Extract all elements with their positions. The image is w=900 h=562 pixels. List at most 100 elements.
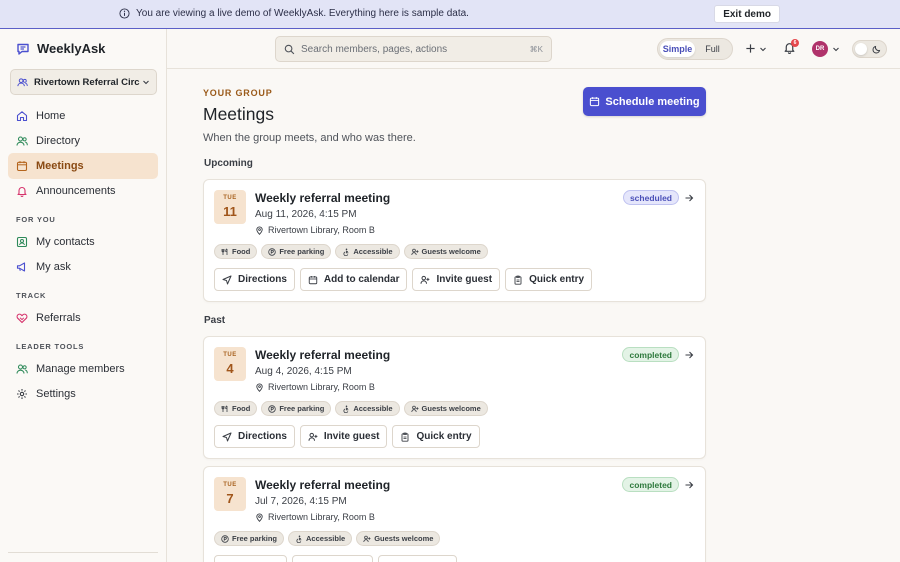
navigation-arrow-icon: [222, 432, 232, 441]
tag-label: Free parking: [232, 534, 278, 543]
invite-guest-button[interactable]: Invite guest: [412, 268, 501, 291]
tag-free-parking: Free parking: [261, 244, 332, 259]
chevron-down-icon[interactable]: [832, 45, 840, 53]
home-icon: [16, 111, 28, 122]
tag-label: Accessible: [306, 534, 346, 543]
location-text: Rivertown Library, Room B: [268, 512, 375, 522]
moon-icon: [872, 45, 881, 54]
sidebar-item-announcements[interactable]: Announcements: [8, 178, 158, 204]
sidebar-item-settings[interactable]: Settings: [8, 381, 158, 407]
page-subtitle: When the group meets, and who was there.: [203, 132, 416, 144]
meeting-title[interactable]: Weekly referral meeting: [255, 478, 390, 492]
status-badge: completed: [622, 477, 679, 492]
sidebar-item-directory[interactable]: Directory: [8, 128, 158, 154]
tag-food: Food: [214, 244, 258, 259]
invite-guest-button[interactable]: Invite guest: [299, 425, 388, 448]
topbar: Search members, pages, actions ⌘K Simple…: [167, 29, 900, 69]
mode-simple-option[interactable]: Simple: [660, 41, 695, 57]
parking-icon: [268, 247, 277, 256]
action-label: Directions: [238, 274, 287, 285]
tag-guests-welcome: Guests welcome: [356, 531, 441, 546]
demo-banner: You are viewing a live demo of WeeklyAsk…: [0, 0, 900, 29]
parking-icon: [268, 404, 277, 413]
bell-icon: [17, 187, 27, 197]
tag-label: Food: [232, 247, 251, 256]
user-plus-icon: [308, 432, 318, 441]
exit-demo-button[interactable]: Exit demo: [714, 5, 780, 23]
tag-guests-welcome: Guests welcome: [403, 401, 488, 416]
section-title-track: TRACK: [16, 291, 47, 300]
directions-button[interactable]: [214, 555, 287, 562]
upcoming-heading: Upcoming: [204, 158, 253, 169]
tag-food: Food: [214, 401, 258, 416]
meeting-card[interactable]: TUE 4 Weekly referral meeting Aug 4, 202…: [203, 336, 706, 459]
banner-info: You are viewing a live demo of WeeklyAsk…: [119, 8, 469, 19]
search-input[interactable]: Search members, pages, actions ⌘K: [275, 36, 552, 62]
action-label: Invite guest: [436, 274, 493, 285]
quick-entry-button[interactable]: [378, 555, 457, 562]
page-title: Meetings: [203, 104, 275, 124]
meeting-title[interactable]: Weekly referral meeting: [255, 348, 390, 362]
date-dow: TUE: [223, 195, 237, 201]
meeting-card[interactable]: TUE 11 Weekly referral meeting Aug 11, 2…: [203, 179, 706, 302]
arrow-right-icon[interactable]: [684, 193, 694, 203]
sidebar-item-manage-members[interactable]: Manage members: [8, 356, 158, 382]
tag-label: Guests welcome: [421, 404, 481, 413]
past-heading: Past: [204, 315, 226, 326]
date-day: 7: [226, 491, 234, 506]
quick-entry-button[interactable]: Quick entry: [392, 425, 480, 448]
group-selector[interactable]: Rivertown Referral Circle: [10, 69, 157, 95]
sidebar-item-label: My ask: [36, 261, 71, 273]
app-name: WeeklyAsk: [37, 41, 106, 56]
sidebar-item-label: Announcements: [36, 185, 116, 197]
date-day: 4: [226, 361, 234, 376]
banner-message: You are viewing a live demo of WeeklyAsk…: [136, 8, 469, 19]
action-label: Quick entry: [529, 274, 585, 285]
section-title-for-you: FOR YOU: [16, 215, 56, 224]
schedule-meeting-button[interactable]: Schedule meeting: [583, 87, 706, 116]
theme-toggle-knob: [855, 43, 867, 55]
page-eyebrow: YOUR GROUP: [203, 88, 273, 98]
date-tile: TUE 7: [214, 477, 246, 511]
meeting-card[interactable]: TUE 7 Weekly referral meeting Jul 7, 202…: [203, 466, 706, 562]
mode-full-option[interactable]: Full: [695, 41, 730, 57]
meeting-title[interactable]: Weekly referral meeting: [255, 191, 390, 205]
brand[interactable]: WeeklyAsk: [16, 41, 105, 56]
amenity-tags: Food Free parking Accessible Guests welc…: [214, 401, 492, 416]
meeting-datetime: Aug 11, 2026, 4:15 PM: [255, 209, 357, 220]
megaphone-icon: [16, 262, 26, 272]
avatar[interactable]: DR: [812, 41, 828, 57]
sidebar-item-meetings[interactable]: Meetings: [8, 153, 158, 179]
group-name: Rivertown Referral Circle: [34, 76, 140, 88]
amenity-tags: Free parking Accessible Guests welcome: [214, 531, 444, 546]
tag-accessible: Accessible: [335, 401, 400, 416]
tag-guests-welcome: Guests welcome: [403, 244, 488, 259]
directions-button[interactable]: Directions: [214, 268, 295, 291]
tag-label: Guests welcome: [421, 247, 481, 256]
arrow-right-icon[interactable]: [684, 480, 694, 490]
quick-entry-button[interactable]: Quick entry: [505, 268, 593, 291]
action-label: Quick entry: [416, 431, 472, 442]
directions-button[interactable]: Directions: [214, 425, 295, 448]
accessibility-icon: [343, 248, 349, 256]
handshake-icon: [16, 313, 28, 324]
sidebar-item-referrals[interactable]: Referrals: [8, 305, 158, 331]
sidebar-item-my-contacts[interactable]: My contacts: [8, 229, 158, 255]
location-text: Rivertown Library, Room B: [268, 225, 375, 235]
date-dow: TUE: [223, 352, 237, 358]
arrow-right-icon[interactable]: [684, 350, 694, 360]
tag-label: Free parking: [279, 404, 325, 413]
tag-free-parking: Free parking: [214, 531, 285, 546]
theme-toggle[interactable]: [852, 40, 887, 58]
meeting-location: Rivertown Library, Room B: [255, 382, 375, 392]
amenity-tags: Food Free parking Accessible Guests welc…: [214, 244, 492, 259]
sidebar-item-home[interactable]: Home: [8, 103, 158, 129]
create-menu-button[interactable]: [745, 43, 767, 54]
sidebar-item-my-ask[interactable]: My ask: [8, 254, 158, 280]
invite-guest-button[interactable]: [292, 555, 373, 562]
meeting-location: Rivertown Library, Room B: [255, 512, 375, 522]
add-to-calendar-button[interactable]: Add to calendar: [299, 268, 408, 291]
search-placeholder: Search members, pages, actions: [301, 43, 448, 55]
chat-logo-icon: [17, 43, 29, 55]
clipboard-icon: [514, 275, 522, 285]
